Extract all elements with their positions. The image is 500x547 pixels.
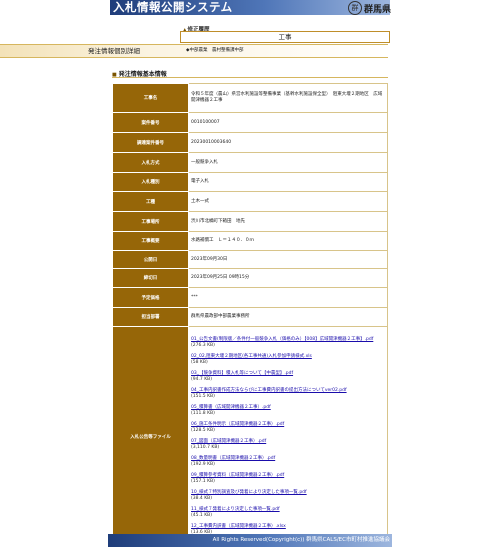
field-value: 2023年09月25日 09時15分 xyxy=(188,268,388,288)
file-size: (45.1 KB) xyxy=(191,512,212,518)
system-title: 入札情報公開システム xyxy=(113,0,233,14)
field-value: *** xyxy=(188,287,388,308)
file-size: (128.5 KB) xyxy=(191,427,215,433)
field-value: 水路補償工 Ｌ＝１４０．０ｍ xyxy=(188,231,388,251)
info-row-files: 入札公告等ファイル 01_公告文書(制限版／条件付一般競争入札（価格のみ）【008… xyxy=(112,326,388,547)
file-item: 09_積算参考資料（広域開津機器２工事）.pdf (157.1 KB) xyxy=(191,473,385,485)
field-label: 工事場所 xyxy=(112,211,189,232)
field-label: 工事名 xyxy=(112,83,189,113)
field-label: 入札公告等ファイル xyxy=(112,326,189,547)
file-size: (94.7 KB) xyxy=(191,376,212,382)
info-row: 調達案件番号 20230010003640 xyxy=(112,132,388,153)
prefecture-logo: 群 群馬県 xyxy=(348,1,391,15)
file-size: (276.3 KB) xyxy=(191,342,215,348)
field-value: 渋川市北橘町下箱田 地先 xyxy=(188,211,388,232)
field-label: 締切日 xyxy=(112,268,189,288)
info-row: 工事概要 水路補償工 Ｌ＝１４０．０ｍ xyxy=(112,231,388,251)
page-title-band: 発注情報個別詳細 ◆中部農業 農村整備課中部 xyxy=(0,44,388,58)
file-item: 01_公告文書(制限版／条件付一般競争入札（価格のみ）【008】広域開津機器２工… xyxy=(191,337,385,349)
field-value: 2023年09月30日 xyxy=(188,250,388,269)
section-divider xyxy=(112,77,388,78)
field-label: 入札方式 xyxy=(112,152,189,173)
page-title: 発注情報個別詳細 xyxy=(88,47,140,55)
field-label: 調達案件番号 xyxy=(112,132,189,153)
revision-history-box: 工事 xyxy=(180,31,390,43)
field-label: 公開日 xyxy=(112,250,189,269)
field-value: 群馬県農政部中部農業事務所 xyxy=(188,307,388,327)
info-row: 入札方式 一般競争入札 xyxy=(112,152,388,173)
file-size: (3,110.7 KB) xyxy=(191,444,220,450)
field-label: 案件番号 xyxy=(112,112,189,133)
file-size: (157.1 KB) xyxy=(191,478,215,484)
file-size: (151.5 KB) xyxy=(191,393,215,399)
field-label: 入札種別 xyxy=(112,172,189,192)
field-value: 土木一式 xyxy=(188,191,388,212)
file-size: (192.9 KB) xyxy=(191,461,215,467)
field-value: 20230010003640 xyxy=(188,132,388,153)
info-row: 工種 土木一式 xyxy=(112,191,388,212)
file-size: (111.8 KB) xyxy=(191,410,215,416)
info-row: 案件番号 0010100007 xyxy=(112,112,388,133)
prefecture-seal-icon: 群 xyxy=(348,1,362,15)
prefecture-name: 群馬県 xyxy=(364,4,392,15)
breadcrumb: ◆中部農業 農村整備課中部 xyxy=(186,48,244,53)
field-label: 工事概要 xyxy=(112,231,189,251)
field-value: 令和５年度（農山）県営水利施設等整備事業（基幹水利施設保全型） 阻東大堰２期地区… xyxy=(188,83,388,113)
file-list: 01_公告文書(制限版／条件付一般競争入札（価格のみ）【008】広域開津機器２工… xyxy=(188,326,388,547)
file-item: 11_様式７発着により決定した事項一覧.pdf (45.1 KB) xyxy=(191,507,385,519)
file-item: 07_図面（広域開津機器２工事）.pdf (3,110.7 KB) xyxy=(191,439,385,451)
copyright-text: All Rights Reserved(Copyright(c)) 群馬県CAL… xyxy=(212,537,390,543)
file-item: 04_工事内訳書作成方法ならびに工事費内訳書の提出方法についてver02.pdf… xyxy=(191,388,385,400)
field-value: 電子入札 xyxy=(188,172,388,192)
footer-bar: All Rights Reserved(Copyright(c)) 群馬県CAL… xyxy=(108,534,392,547)
file-item: 05_積算書（広域開津機器２工事）.pdf (111.8 KB) xyxy=(191,405,385,417)
info-row: 締切日 2023年09月25日 09時15分 xyxy=(112,268,388,288)
file-link[interactable]: 01_公告文書(制限版／条件付一般競争入札（価格のみ）【008】広域開津機器２工… xyxy=(191,337,385,343)
field-value: 一般競争入札 xyxy=(188,152,388,173)
field-label: 予定価格 xyxy=(112,287,189,308)
info-row: 工事場所 渋川市北橘町下箱田 地先 xyxy=(112,211,388,232)
file-size: (38.4 KB) xyxy=(191,495,212,501)
file-item: 03_【競争資料】積入札等について【中農型】.pdf (94.7 KB) xyxy=(191,371,385,383)
field-label: 担当部署 xyxy=(112,307,189,327)
file-item: 06_施工条件明示（広域開津機器２工事）.pdf (128.5 KB) xyxy=(191,422,385,434)
info-row: 工事名 令和５年度（農山）県営水利施設等整備事業（基幹水利施設保全型） 阻東大堰２… xyxy=(112,83,388,113)
file-size: (58 KB) xyxy=(191,359,208,365)
file-item: 08_数量明書（広域開津機器２工事）.pdf (192.9 KB) xyxy=(191,456,385,468)
info-row: 予定価格 *** xyxy=(112,287,388,308)
info-row: 公開日 2023年09月30日 xyxy=(112,250,388,269)
order-info-table: 工事名 令和５年度（農山）県営水利施設等整備事業（基幹水利施設保全型） 阻東大堰２… xyxy=(112,83,388,547)
field-label: 工種 xyxy=(112,191,189,212)
file-item: 10_様式７特別調査及び発着により決定した事項一覧.pdf (38.4 KB) xyxy=(191,490,385,502)
info-row: 担当部署 群馬県農政部中部農業事務所 xyxy=(112,307,388,327)
field-value: 0010100007 xyxy=(188,112,388,133)
file-item: 02_02,阻東大堰２期地区(各工事共通)入札参加申請様式.xls (58 KB) xyxy=(191,354,385,366)
info-row: 入札種別 電子入札 xyxy=(112,172,388,192)
